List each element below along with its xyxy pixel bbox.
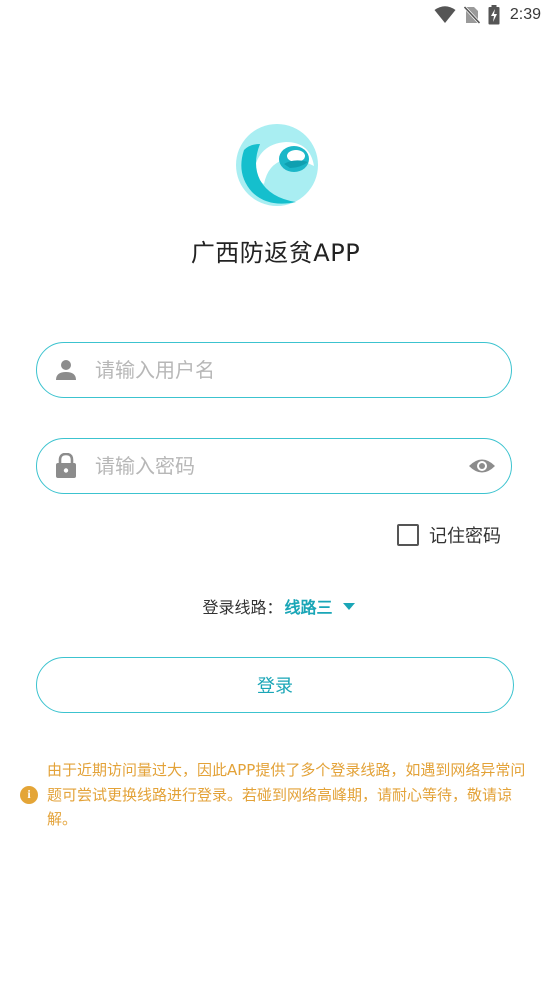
eye-icon[interactable] bbox=[467, 451, 497, 481]
password-field[interactable] bbox=[36, 438, 512, 494]
info-icon: i bbox=[20, 785, 38, 804]
app-title: 广西防返贫APP bbox=[190, 239, 361, 267]
route-value[interactable]: 线路三 bbox=[285, 594, 333, 618]
password-input[interactable] bbox=[95, 439, 467, 493]
lock-icon bbox=[53, 453, 79, 479]
route-label: 登录线路： bbox=[202, 598, 283, 617]
remember-checkbox[interactable] bbox=[397, 524, 419, 546]
status-icons: 2:39 bbox=[434, 4, 541, 26]
app-logo bbox=[234, 122, 320, 208]
caret-down-icon[interactable] bbox=[342, 602, 355, 610]
battery-charging-icon bbox=[488, 5, 500, 25]
no-sim-icon bbox=[463, 6, 480, 24]
status-bar: 2:39 bbox=[0, 0, 551, 30]
login-button[interactable]: 登录 bbox=[36, 657, 514, 713]
status-time: 2:39 bbox=[509, 6, 541, 23]
remember-password[interactable]: 记住密码 bbox=[397, 522, 501, 548]
route-selector[interactable]: 登录线路： 线路三 bbox=[0, 594, 551, 618]
remember-label: 记住密码 bbox=[429, 526, 501, 547]
username-input[interactable] bbox=[95, 343, 511, 397]
person-icon bbox=[53, 357, 79, 383]
username-field[interactable] bbox=[36, 342, 512, 398]
notice: i 由于近期访问量过大，因此APP提供了多个登录线路，如遇到网络异常问题可尝试更… bbox=[20, 758, 532, 832]
notice-text: 由于近期访问量过大，因此APP提供了多个登录线路，如遇到网络异常问题可尝试更换线… bbox=[47, 761, 526, 828]
wifi-icon bbox=[434, 6, 456, 24]
